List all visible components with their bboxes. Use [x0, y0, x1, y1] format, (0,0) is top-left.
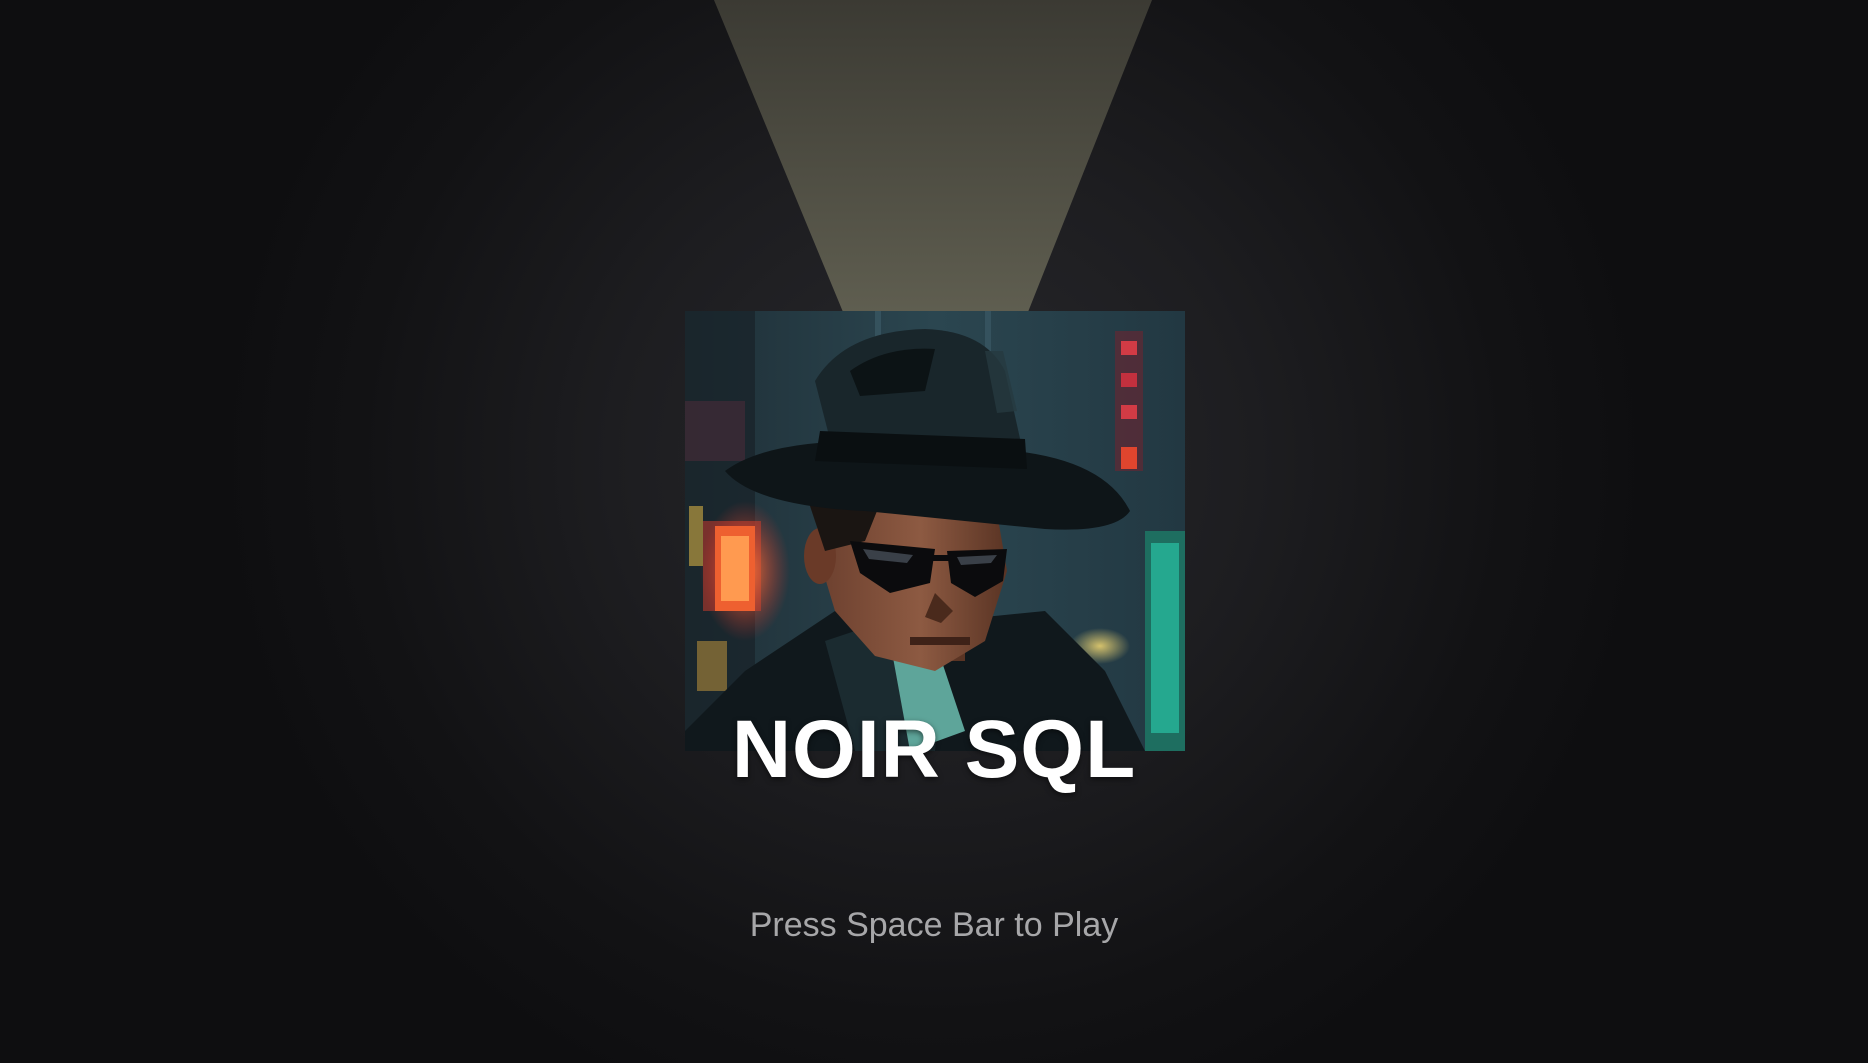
detective-portrait [685, 311, 1185, 751]
detective-portrait-art [685, 311, 1185, 751]
start-prompt[interactable]: Press Space Bar to Play [0, 905, 1868, 945]
game-title: NOIR SQL [731, 704, 1137, 795]
title-screen[interactable]: NOIR SQL Press Space Bar to Play [0, 0, 1868, 1063]
